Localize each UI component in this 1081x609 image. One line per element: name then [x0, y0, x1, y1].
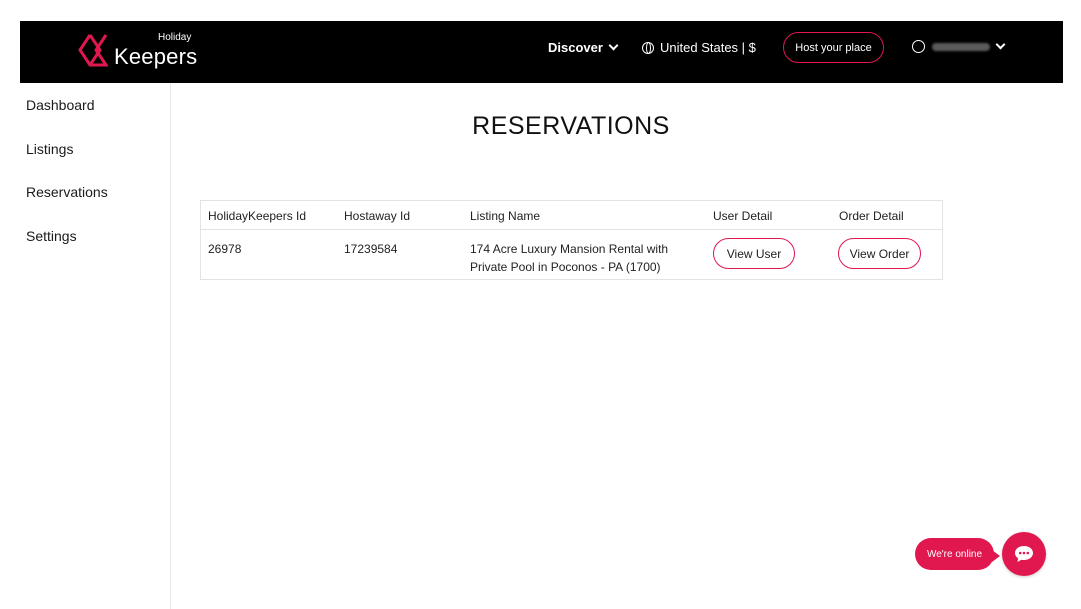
user-menu[interactable]	[912, 39, 1006, 53]
listing-name-cell: 174 Acre Luxury Mansion Rental with Priv…	[470, 240, 668, 276]
discover-label: Discover	[548, 40, 603, 55]
reservations-table: HolidayKeepers Id Hostaway Id Listing Na…	[200, 200, 943, 280]
discover-menu[interactable]: Discover	[548, 40, 619, 55]
holiday-keepers-logo[interactable]: Holiday Keepers	[78, 31, 218, 73]
top-navigation-bar: Holiday Keepers Discover United States |…	[20, 21, 1063, 83]
blurred-username	[932, 42, 990, 51]
column-header-listing-name: Listing Name	[470, 209, 541, 223]
sidebar-item-listings[interactable]: Listings	[26, 141, 73, 157]
column-header-order-detail: Order Detail	[839, 209, 904, 223]
globe-icon	[642, 41, 654, 54]
table-header-row: HolidayKeepers Id Hostaway Id Listing Na…	[201, 201, 942, 230]
chevron-down-icon	[608, 40, 619, 51]
region-currency-selector[interactable]: United States | $	[642, 40, 756, 55]
host-your-place-button[interactable]: Host your place	[783, 32, 884, 63]
user-circle-icon	[912, 40, 925, 53]
listing-name-line-2: Private Pool in Poconos - PA (1700)	[470, 260, 661, 274]
view-order-button[interactable]: View Order	[838, 238, 921, 269]
chevron-down-icon	[995, 39, 1006, 50]
chat-launcher-button[interactable]	[1002, 532, 1046, 576]
column-header-hostaway-id: Hostaway Id	[344, 209, 411, 223]
sidebar: Dashboard Listings Reservations Settings	[0, 83, 171, 609]
view-user-button[interactable]: View User	[713, 238, 795, 269]
logo-text-holiday: Holiday	[158, 32, 192, 43]
listing-name-line-1: 174 Acre Luxury Mansion Rental with	[470, 242, 669, 256]
chat-status-bubble[interactable]: We're online	[915, 538, 1000, 570]
sidebar-item-reservations[interactable]: Reservations	[26, 184, 108, 200]
logo-mark-icon	[78, 34, 108, 67]
column-header-holidaykeepers-id: HolidayKeepers Id	[208, 209, 307, 223]
sidebar-item-dashboard[interactable]: Dashboard	[26, 97, 95, 113]
hostaway-id-cell: 17239584	[344, 242, 398, 256]
chat-bubble-icon	[1015, 546, 1033, 562]
page-title: RESERVATIONS	[472, 112, 670, 140]
region-label: United States | $	[660, 40, 756, 55]
sidebar-item-settings[interactable]: Settings	[26, 228, 77, 244]
logo-text-keepers: Keepers	[114, 44, 198, 69]
column-header-user-detail: User Detail	[713, 209, 773, 223]
holidaykeepers-id-cell: 26978	[208, 242, 242, 256]
